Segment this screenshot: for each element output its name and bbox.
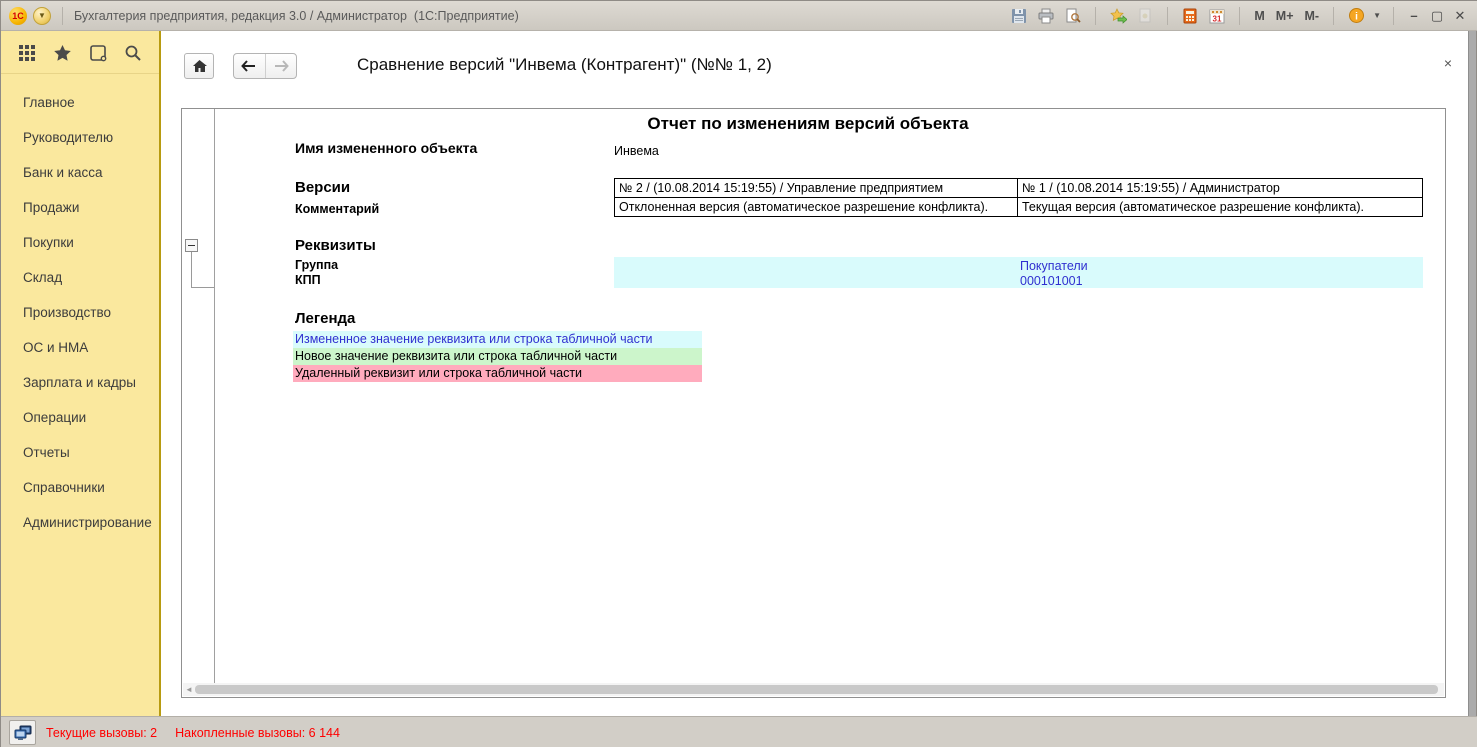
memory-m-plus-button[interactable]: M+ <box>1274 6 1296 26</box>
main-menu-button[interactable]: ▼ <box>33 7 51 25</box>
attribute-label-kpp: КПП <box>295 273 321 287</box>
search-icon[interactable] <box>123 43 143 63</box>
divider <box>62 7 63 25</box>
page-title: Сравнение версий "Инвема (Контрагент)" (… <box>357 55 772 75</box>
legend-item-deleted: Удаленный реквизит или строка табличной … <box>293 365 702 382</box>
divider <box>1167 7 1168 25</box>
report-panel: Отчет по изменениям версий объекта Имя и… <box>181 108 1446 698</box>
link-icon[interactable] <box>1135 6 1155 26</box>
sidebar-item-spravochniki[interactable]: Справочники <box>1 470 159 505</box>
sidebar: Главное Руководителю Банк и касса Продаж… <box>1 31 161 716</box>
legend: Измененное значение реквизита или строка… <box>293 331 702 382</box>
monitors-icon <box>14 725 32 741</box>
maximize-button[interactable]: ▢ <box>1429 6 1445 26</box>
sidebar-item-os-i-nma[interactable]: ОС и НМА <box>1 330 159 365</box>
versions-heading: Версии <box>295 179 350 196</box>
memory-m-minus-button[interactable]: M- <box>1303 6 1322 26</box>
page-close-button[interactable]: × <box>1444 56 1452 70</box>
collapse-group-toggle[interactable] <box>185 239 198 252</box>
attributes-heading: Реквизиты <box>295 237 376 254</box>
sidebar-item-operacii[interactable]: Операции <box>1 400 159 435</box>
calendar-icon[interactable]: 31 <box>1207 6 1227 26</box>
attribute-value-gruppa: Покупатели <box>1020 259 1088 273</box>
main-area: Сравнение версий "Инвема (Контрагент)" (… <box>161 31 1470 716</box>
save-icon[interactable] <box>1009 6 1029 26</box>
comment-label: Комментарий <box>295 202 379 216</box>
print-icon[interactable] <box>1036 6 1056 26</box>
sidebar-item-pokupki[interactable]: Покупки <box>1 225 159 260</box>
report-title: Отчет по изменениям версий объекта <box>215 114 1401 134</box>
memory-m-button[interactable]: M <box>1252 6 1266 26</box>
divider <box>1393 7 1394 25</box>
home-button[interactable] <box>184 53 214 79</box>
sidebar-item-bank-i-kassa[interactable]: Банк и касса <box>1 155 159 190</box>
close-button[interactable]: ✕ <box>1452 6 1468 26</box>
group-gutter-divider <box>214 109 215 685</box>
version-1-comment-cell: Текущая версия (автоматическое разрешени… <box>1018 198 1423 217</box>
back-arrow-icon <box>241 60 257 72</box>
calendar-day: 31 <box>1213 14 1222 23</box>
scrollbar-thumb[interactable] <box>195 685 1438 694</box>
nav-history-group <box>233 53 297 79</box>
svg-text:i: i <box>1355 12 1358 23</box>
legend-item-new: Новое значение реквизита или строка табл… <box>293 348 702 365</box>
sidebar-item-zarplata-i-kadry[interactable]: Зарплата и кадры <box>1 365 159 400</box>
app-logo-icon[interactable]: 1С <box>9 7 27 25</box>
home-icon <box>192 59 207 73</box>
table-row: Отклоненная версия (автоматическое разре… <box>615 198 1423 217</box>
sidebar-item-sklad[interactable]: Склад <box>1 260 159 295</box>
info-icon[interactable]: i <box>1346 6 1366 26</box>
group-bracket <box>191 252 192 287</box>
back-button[interactable] <box>234 54 265 78</box>
group-bracket <box>191 287 214 288</box>
divider <box>1333 7 1334 25</box>
versions-table: № 2 / (10.08.2014 15:19:55) / Управление… <box>614 178 1423 217</box>
chevron-down-icon[interactable]: ▼ <box>1373 11 1381 20</box>
forward-button[interactable] <box>265 54 297 78</box>
legend-heading: Легенда <box>295 310 355 327</box>
changed-values-highlight: Покупатели 000101001 <box>614 257 1423 288</box>
minimize-button[interactable]: – <box>1406 6 1422 26</box>
version-2-cell: № 2 / (10.08.2014 15:19:55) / Управление… <box>615 179 1018 198</box>
horizontal-scrollbar[interactable]: ◄ <box>183 683 1444 696</box>
accumulated-calls-text: Накопленные вызовы: 6 144 <box>175 726 340 740</box>
sidebar-item-otchety[interactable]: Отчеты <box>1 435 159 470</box>
table-row: № 2 / (10.08.2014 15:19:55) / Управление… <box>615 179 1423 198</box>
object-name-value: Инвема <box>614 144 659 158</box>
window-title: Бухгалтерия предприятия, редакция 3.0 / … <box>74 9 519 23</box>
sidebar-item-glavnoe[interactable]: Главное <box>1 85 159 120</box>
version-1-cell: № 1 / (10.08.2014 15:19:55) / Администра… <box>1018 179 1423 198</box>
favorites-star-icon[interactable] <box>1108 6 1128 26</box>
history-icon[interactable] <box>88 43 108 63</box>
object-name-label: Имя измененного объекта <box>295 140 477 156</box>
titlebar: 1С ▼ Бухгалтерия предприятия, редакция 3… <box>1 1 1477 31</box>
sidebar-item-rukovoditelyu[interactable]: Руководителю <box>1 120 159 155</box>
forward-arrow-icon <box>273 60 289 72</box>
sidebar-item-administrirovanie[interactable]: Администрирование <box>1 505 159 540</box>
divider <box>1095 7 1096 25</box>
sections-grid-icon[interactable] <box>17 43 37 63</box>
statusbar: Текущие вызовы: 2 Накопленные вызовы: 6 … <box>1 716 1477 747</box>
divider <box>1239 7 1240 25</box>
legend-item-changed: Измененное значение реквизита или строка… <box>293 331 702 348</box>
scroll-left-arrow-icon[interactable]: ◄ <box>183 685 195 694</box>
attribute-label-gruppa: Группа <box>295 258 338 272</box>
calculator-icon[interactable] <box>1180 6 1200 26</box>
vertical-scrollbar[interactable] <box>1468 31 1476 716</box>
favorites-icon[interactable] <box>52 43 72 63</box>
attribute-value-kpp: 000101001 <box>1020 274 1083 288</box>
version-2-comment-cell: Отклоненная версия (автоматическое разре… <box>615 198 1018 217</box>
sidebar-item-proizvodstvo[interactable]: Производство <box>1 295 159 330</box>
print-preview-icon[interactable] <box>1063 6 1083 26</box>
sidebar-item-prodazhi[interactable]: Продажи <box>1 190 159 225</box>
current-calls-text: Текущие вызовы: 2 <box>46 726 157 740</box>
performance-indicator-button[interactable] <box>9 720 36 745</box>
